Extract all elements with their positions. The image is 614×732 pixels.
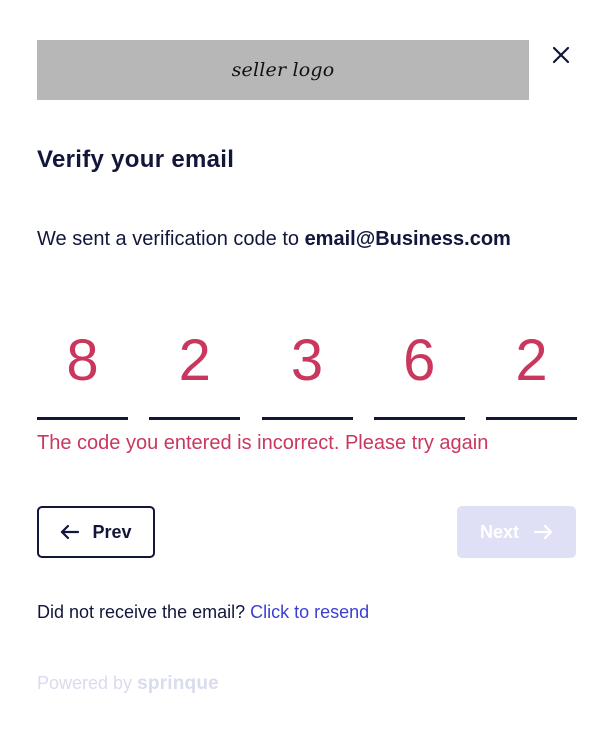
code-digit-3[interactable]: 3 <box>261 318 353 420</box>
error-message: The code you entered is incorrect. Pleas… <box>37 432 489 454</box>
seller-logo-text: seller logo <box>231 59 335 81</box>
resend-link[interactable]: Click to resend <box>250 602 369 622</box>
prev-button-label: Prev <box>92 521 132 542</box>
arrow-right-icon <box>533 524 553 540</box>
page-title: Verify your email <box>37 146 235 173</box>
code-digit-2[interactable]: 2 <box>149 318 241 420</box>
verification-sent-message: We sent a verification code to email@Bus… <box>37 228 511 251</box>
verification-code-input-group: 8 2 3 6 2 <box>37 318 577 420</box>
arrow-left-icon <box>61 524 80 540</box>
powered-by-text: Powered by <box>37 673 138 693</box>
prev-button[interactable]: Prev <box>37 506 155 558</box>
sprinque-logo: sprinque <box>137 673 219 694</box>
verification-sent-text: We sent a verification code to <box>37 228 305 250</box>
recipient-email: email@Business.com <box>304 228 511 250</box>
seller-logo: seller logo <box>37 40 529 100</box>
next-button-label: Next <box>479 521 519 542</box>
powered-by-footer: Powered by sprinque <box>37 673 219 695</box>
code-digit-4[interactable]: 6 <box>373 318 465 420</box>
code-digit-1[interactable]: 8 <box>37 318 128 420</box>
code-digit-5[interactable]: 2 <box>486 318 577 420</box>
next-button[interactable]: Next <box>457 506 576 558</box>
resend-prompt: Did not receive the email? <box>37 602 251 622</box>
close-button[interactable] <box>548 42 574 68</box>
resend-prompt-row: Did not receive the email? Click to rese… <box>37 602 369 623</box>
close-icon <box>552 46 570 64</box>
